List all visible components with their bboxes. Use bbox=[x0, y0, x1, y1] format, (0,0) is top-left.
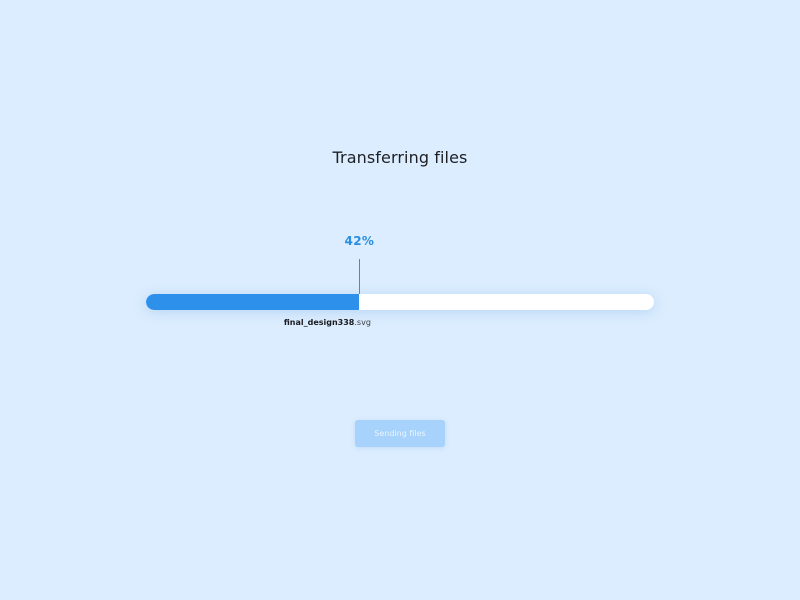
progress-fill bbox=[146, 294, 360, 310]
file-name-extension: .svg bbox=[354, 318, 371, 327]
sending-files-button[interactable]: Sending files bbox=[355, 420, 445, 447]
current-file-name: final_design338.svg bbox=[284, 318, 371, 327]
file-name-base: final_design338 bbox=[283, 318, 355, 327]
page-title: Transferring files bbox=[332, 148, 468, 167]
progress-percent-label: 42% bbox=[344, 234, 375, 248]
progress-marker-line bbox=[358, 259, 360, 294]
progress-track bbox=[146, 294, 654, 310]
transfer-screen: Transferring files 42% final_design338.s… bbox=[0, 0, 800, 600]
